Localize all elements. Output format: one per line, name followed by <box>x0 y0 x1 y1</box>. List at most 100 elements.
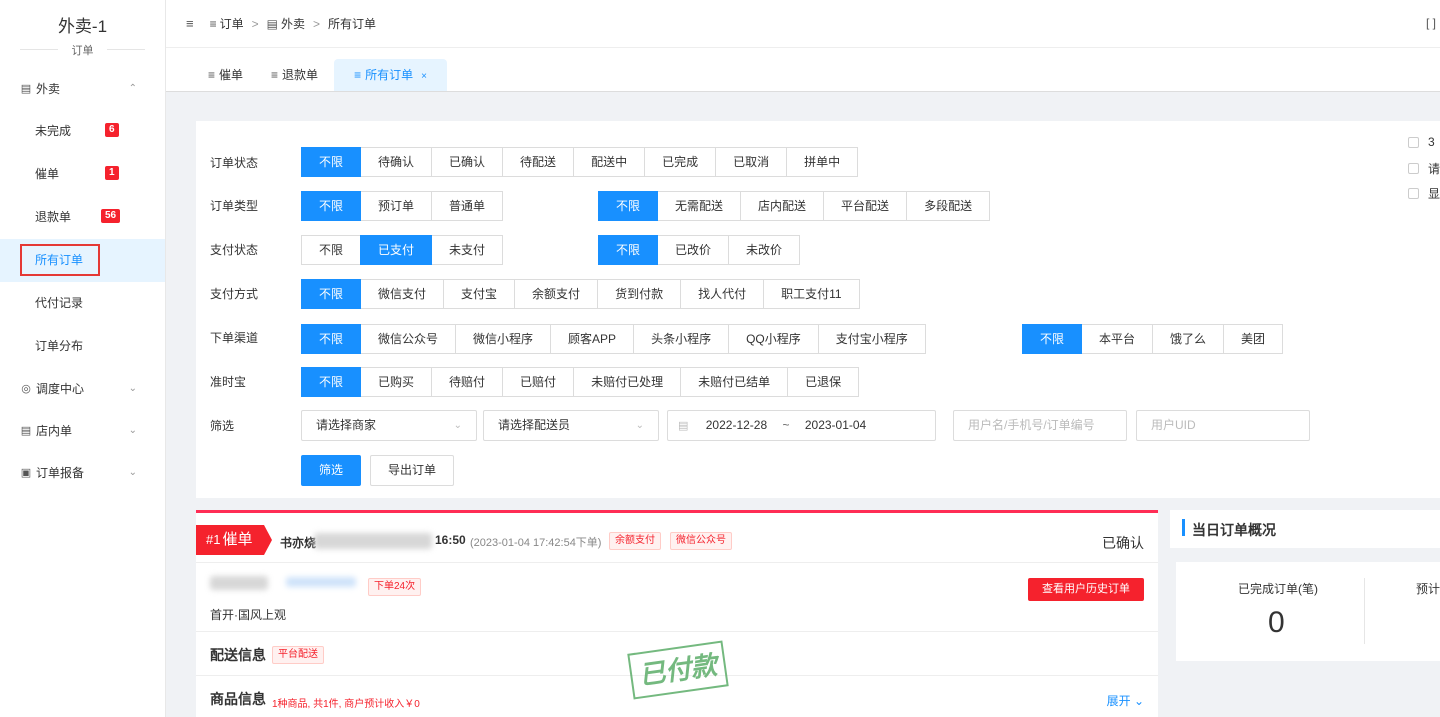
pay-status-group: 不限 已支付 未支付 <box>301 235 504 265</box>
menu-group-dine-in[interactable]: ▤ 店内单 ⌄ <box>0 410 165 452</box>
filter-button[interactable]: 筛选 <box>301 455 362 486</box>
filter-option[interactable]: 多段配送 <box>906 191 991 221</box>
delivery-tag: 平台配送 <box>272 646 324 664</box>
filter-option[interactable]: 支付宝 <box>443 279 516 309</box>
on-time-group: 不限 已购买 待赔付 已赔付 未赔付已处理 未赔付已结单 已退保 <box>301 367 860 397</box>
checkbox-label: 请 <box>1428 162 1440 176</box>
filter-option[interactable]: 普通单 <box>431 191 504 221</box>
user-search-input[interactable]: 用户名/手机号/订单编号 <box>953 410 1127 441</box>
tab-urge[interactable]: ≡ 催单 <box>196 59 255 91</box>
filter-option[interactable]: 头条小程序 <box>633 324 730 354</box>
filter-option[interactable]: 待确认 <box>360 147 433 177</box>
redacted-block <box>210 576 268 590</box>
menu-collapse-icon[interactable]: ≡ <box>186 16 194 31</box>
filter-option[interactable]: 不限 <box>301 367 362 397</box>
filter-label: 下单渠道 <box>210 331 259 345</box>
menu-group-label: 调度中心 <box>36 382 85 396</box>
filter-option[interactable]: 未改价 <box>728 235 801 265</box>
user-history-button[interactable]: 查看用户历史订单 <box>1028 578 1144 601</box>
filter-option[interactable]: 未赔付已处理 <box>573 367 682 397</box>
breadcrumb-separator: > <box>313 16 321 31</box>
filter-option[interactable]: 已支付 <box>360 235 433 265</box>
filter-option[interactable]: 无需配送 <box>657 191 742 221</box>
merchant-select[interactable]: 请选择商家 ⌄ <box>301 410 477 441</box>
redacted-block <box>314 533 432 549</box>
filter-option[interactable]: 平台配送 <box>823 191 908 221</box>
filter-option[interactable]: QQ小程序 <box>728 324 819 354</box>
option-checkbox[interactable]: 显 <box>1408 185 1440 202</box>
filter-label: 支付状态 <box>210 243 259 257</box>
menu-group-waimai[interactable]: ▤ 外卖 ⌃ <box>0 68 165 110</box>
fullscreen-icon[interactable]: [ ] <box>1426 16 1436 30</box>
filter-option[interactable]: 未赔付已结单 <box>680 367 789 397</box>
filter-option[interactable]: 已改价 <box>657 235 730 265</box>
filter-option[interactable]: 余额支付 <box>514 279 599 309</box>
filter-option[interactable]: 待赔付 <box>431 367 504 397</box>
goods-summary: 1种商品, 共1件, 商户预计收入￥0 <box>272 699 420 710</box>
export-orders-button[interactable]: 导出订单 <box>370 455 455 486</box>
checkbox-label: 显 <box>1428 187 1440 201</box>
filter-option[interactable]: 店内配送 <box>740 191 825 221</box>
filter-option[interactable]: 顾客APP <box>550 324 635 354</box>
filter-option[interactable]: 拼单中 <box>786 147 859 177</box>
breadcrumb-item[interactable]: 订单 <box>220 15 244 32</box>
filter-option[interactable]: 已购买 <box>360 367 433 397</box>
filter-option[interactable]: 美团 <box>1223 324 1284 354</box>
select-value: 请选择商家 <box>316 418 377 432</box>
filter-label: 订单状态 <box>210 156 259 170</box>
filter-option[interactable]: 微信支付 <box>360 279 445 309</box>
chevron-down-icon: ⌄ <box>128 425 137 436</box>
filter-option[interactable]: 饿了么 <box>1152 324 1225 354</box>
breadcrumb: ≡ 订单 > ▤ 外卖 > 所有订单 <box>210 15 376 32</box>
filter-option[interactable]: 待配送 <box>502 147 575 177</box>
filter-option[interactable]: 不限 <box>301 324 362 354</box>
filter-option[interactable]: 本平台 <box>1081 324 1154 354</box>
sidebar-item-pay-records[interactable]: 代付记录 <box>0 282 165 325</box>
close-icon[interactable]: × <box>421 71 427 82</box>
tab-refund[interactable]: ≡ 退款单 <box>259 59 330 91</box>
brand-subtitle: 订单 <box>0 42 165 58</box>
tab-all-orders[interactable]: ≡ 所有订单 × <box>334 59 447 91</box>
order-count-tag: 下单24次 <box>368 578 422 596</box>
filter-option[interactable]: 已赔付 <box>502 367 575 397</box>
chevron-down-icon: ⌄ <box>128 383 137 394</box>
filter-option[interactable]: 不限 <box>1022 324 1083 354</box>
breadcrumb-item[interactable]: 外卖 <box>281 15 305 32</box>
filter-option[interactable]: 不限 <box>598 191 659 221</box>
tab-label: 退款单 <box>282 68 319 82</box>
date-from: 2022-12-28 <box>705 418 768 432</box>
menu-group-dispatch[interactable]: ◎ 调度中心 ⌄ <box>0 368 165 410</box>
filter-option[interactable]: 不限 <box>301 191 362 221</box>
date-range-picker[interactable]: ▤ 2022-12-28 ~ 2023-01-04 <box>667 410 936 441</box>
option-checkbox[interactable]: 3 <box>1408 135 1435 149</box>
sidebar: 外卖-1 订单 ▤ 外卖 ⌃ 未完成 6 催单 1 退款单 56 所有订单 代付… <box>0 0 166 717</box>
filter-option[interactable]: 不限 <box>301 235 362 265</box>
sidebar-item-incomplete[interactable]: 未完成 6 <box>0 110 165 153</box>
filter-option[interactable]: 职工支付11 <box>763 279 860 309</box>
chevron-down-icon: ⌄ <box>453 420 462 431</box>
filter-option[interactable]: 已退保 <box>787 367 860 397</box>
filter-option[interactable]: 未支付 <box>431 235 504 265</box>
filter-option[interactable]: 不限 <box>598 235 659 265</box>
expand-button[interactable]: 展开 ⌄ <box>1107 692 1144 709</box>
sidebar-item-urge[interactable]: 催单 1 <box>0 153 165 196</box>
filter-option[interactable]: 找人代付 <box>680 279 765 309</box>
filter-option[interactable]: 不限 <box>301 279 362 309</box>
filter-option[interactable]: 不限 <box>301 147 362 177</box>
uid-input[interactable]: 用户UID <box>1136 410 1310 441</box>
option-checkbox[interactable]: 请 <box>1408 160 1440 177</box>
filter-option[interactable]: 货到付款 <box>597 279 682 309</box>
sidebar-item-order-distribution[interactable]: 订单分布 <box>0 325 165 368</box>
filter-option[interactable]: 配送中 <box>573 147 646 177</box>
courier-select[interactable]: 请选择配送员 ⌄ <box>483 410 659 441</box>
filter-option[interactable]: 已取消 <box>715 147 788 177</box>
filter-option[interactable]: 预订单 <box>360 191 433 221</box>
filter-option[interactable]: 微信小程序 <box>455 324 552 354</box>
filter-option[interactable]: 支付宝小程序 <box>817 324 926 354</box>
filter-option[interactable]: 微信公众号 <box>360 324 457 354</box>
menu-group-report[interactable]: ▣ 订单报备 ⌄ <box>0 452 165 494</box>
filter-option[interactable]: 已确认 <box>431 147 504 177</box>
sidebar-item-all-orders[interactable]: 所有订单 <box>0 239 165 282</box>
filter-option[interactable]: 已完成 <box>644 147 717 177</box>
sidebar-item-refund[interactable]: 退款单 56 <box>0 196 165 239</box>
